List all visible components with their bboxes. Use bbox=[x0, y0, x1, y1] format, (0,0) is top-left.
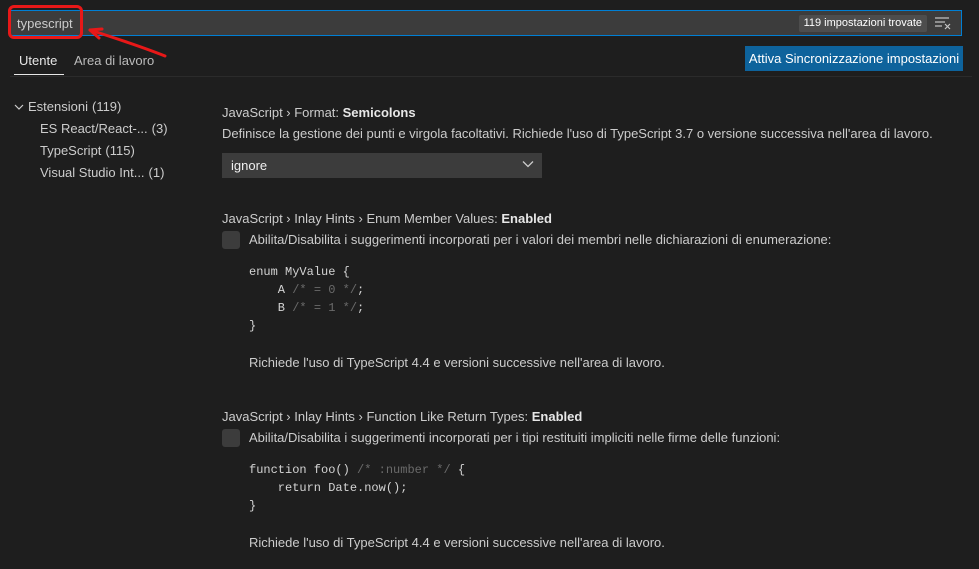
chevron-down-icon bbox=[522, 153, 534, 178]
enum-member-values-checkbox[interactable] bbox=[222, 231, 240, 249]
setting-description: Abilita/Disabilita i suggerimenti incorp… bbox=[249, 232, 832, 247]
toc-item-count: (1) bbox=[148, 165, 165, 180]
toc-item-label: Visual Studio Int... bbox=[40, 165, 145, 180]
code-comment: /* = 0 */ bbox=[292, 283, 358, 297]
setting-checkbox-row: Abilita/Disabilita i suggerimenti incorp… bbox=[222, 429, 967, 447]
toc-group-label: Estensioni bbox=[28, 99, 88, 114]
tab-workspace[interactable]: Area di lavoro bbox=[74, 53, 154, 68]
toc-item-typescript[interactable]: TypeScript (115) bbox=[14, 140, 194, 162]
code-line: } bbox=[249, 319, 257, 333]
semicolons-select[interactable]: ignore bbox=[222, 153, 542, 178]
toc-group-count: (119) bbox=[91, 99, 122, 114]
setting-name: Enabled bbox=[501, 211, 552, 226]
setting-checkbox-row: Abilita/Disabilita i suggerimenti incorp… bbox=[222, 231, 967, 249]
setting-category: JavaScript › Inlay Hints › Function Like… bbox=[222, 409, 532, 424]
setting-category: JavaScript › Format: bbox=[222, 105, 343, 120]
toc-group-extensions[interactable]: Estensioni (119) bbox=[14, 96, 194, 118]
settings-toc: Estensioni (119) ES React/React-... (3) Ty… bbox=[14, 96, 194, 184]
toc-item-label: TypeScript bbox=[40, 143, 102, 158]
result-count-badge: 119 impostazioni trovate bbox=[798, 15, 927, 32]
code-line: B bbox=[249, 301, 293, 315]
setting-category: JavaScript › Inlay Hints › Enum Member V… bbox=[222, 211, 502, 226]
tabs-divider bbox=[10, 76, 972, 77]
setting-title: JavaScript › Inlay Hints › Function Like… bbox=[222, 408, 967, 426]
code-comment: /* = 1 */ bbox=[292, 301, 358, 315]
tab-user[interactable]: Utente bbox=[19, 53, 57, 68]
code-line: A bbox=[249, 283, 293, 297]
toc-item-visual-studio[interactable]: Visual Studio Int... (1) bbox=[14, 162, 194, 184]
setting-function-like-return-types: JavaScript › Inlay Hints › Function Like… bbox=[222, 408, 967, 550]
code-example: function foo() /* :number */ { return Da… bbox=[249, 461, 967, 515]
code-line-end: ; bbox=[357, 283, 365, 297]
turn-on-settings-sync-button[interactable]: Attiva Sincronizzazione impostazioni bbox=[745, 46, 963, 71]
clear-filter-icon[interactable] bbox=[935, 16, 951, 30]
settings-list: JavaScript › Format: Semicolons Definisc… bbox=[222, 104, 967, 569]
code-line-end: { bbox=[450, 463, 466, 477]
code-example: enum MyValue { A /* = 0 */; B /* = 1 */;… bbox=[249, 263, 967, 335]
toc-item-count: (3) bbox=[151, 121, 168, 136]
code-line: } bbox=[249, 499, 257, 513]
setting-requirement: Richiede l'uso di TypeScript 4.4 e versi… bbox=[249, 535, 665, 550]
settings-search-input[interactable] bbox=[17, 14, 757, 32]
code-line: function foo() bbox=[249, 463, 358, 477]
settings-search-bar: 119 impostazioni trovate bbox=[8, 5, 962, 39]
setting-enum-member-values: JavaScript › Inlay Hints › Enum Member V… bbox=[222, 210, 967, 370]
code-line-end: ; bbox=[357, 301, 365, 315]
setting-title: JavaScript › Format: Semicolons bbox=[222, 104, 967, 122]
active-tab-indicator bbox=[14, 74, 64, 75]
toc-item-label: ES React/React-... bbox=[40, 121, 148, 136]
code-line: return Date.now(); bbox=[249, 481, 408, 495]
setting-name: Semicolons bbox=[342, 105, 416, 120]
function-return-types-checkbox[interactable] bbox=[222, 429, 240, 447]
setting-description: Definisce la gestione dei punti e virgol… bbox=[222, 126, 933, 141]
setting-title: JavaScript › Inlay Hints › Enum Member V… bbox=[222, 210, 967, 228]
setting-description: Abilita/Disabilita i suggerimenti incorp… bbox=[249, 430, 781, 445]
toc-item-count: (115) bbox=[105, 143, 135, 158]
setting-format-semicolons: JavaScript › Format: Semicolons Definisc… bbox=[222, 104, 967, 178]
code-line: enum MyValue { bbox=[249, 265, 350, 279]
setting-name: Enabled bbox=[531, 409, 583, 424]
toc-item-es-react[interactable]: ES React/React-... (3) bbox=[14, 118, 194, 140]
chevron-down-icon bbox=[14, 97, 28, 119]
code-comment: /* :number */ bbox=[357, 463, 451, 477]
setting-requirement: Richiede l'uso di TypeScript 4.4 e versi… bbox=[249, 355, 665, 370]
select-value: ignore bbox=[231, 158, 268, 173]
